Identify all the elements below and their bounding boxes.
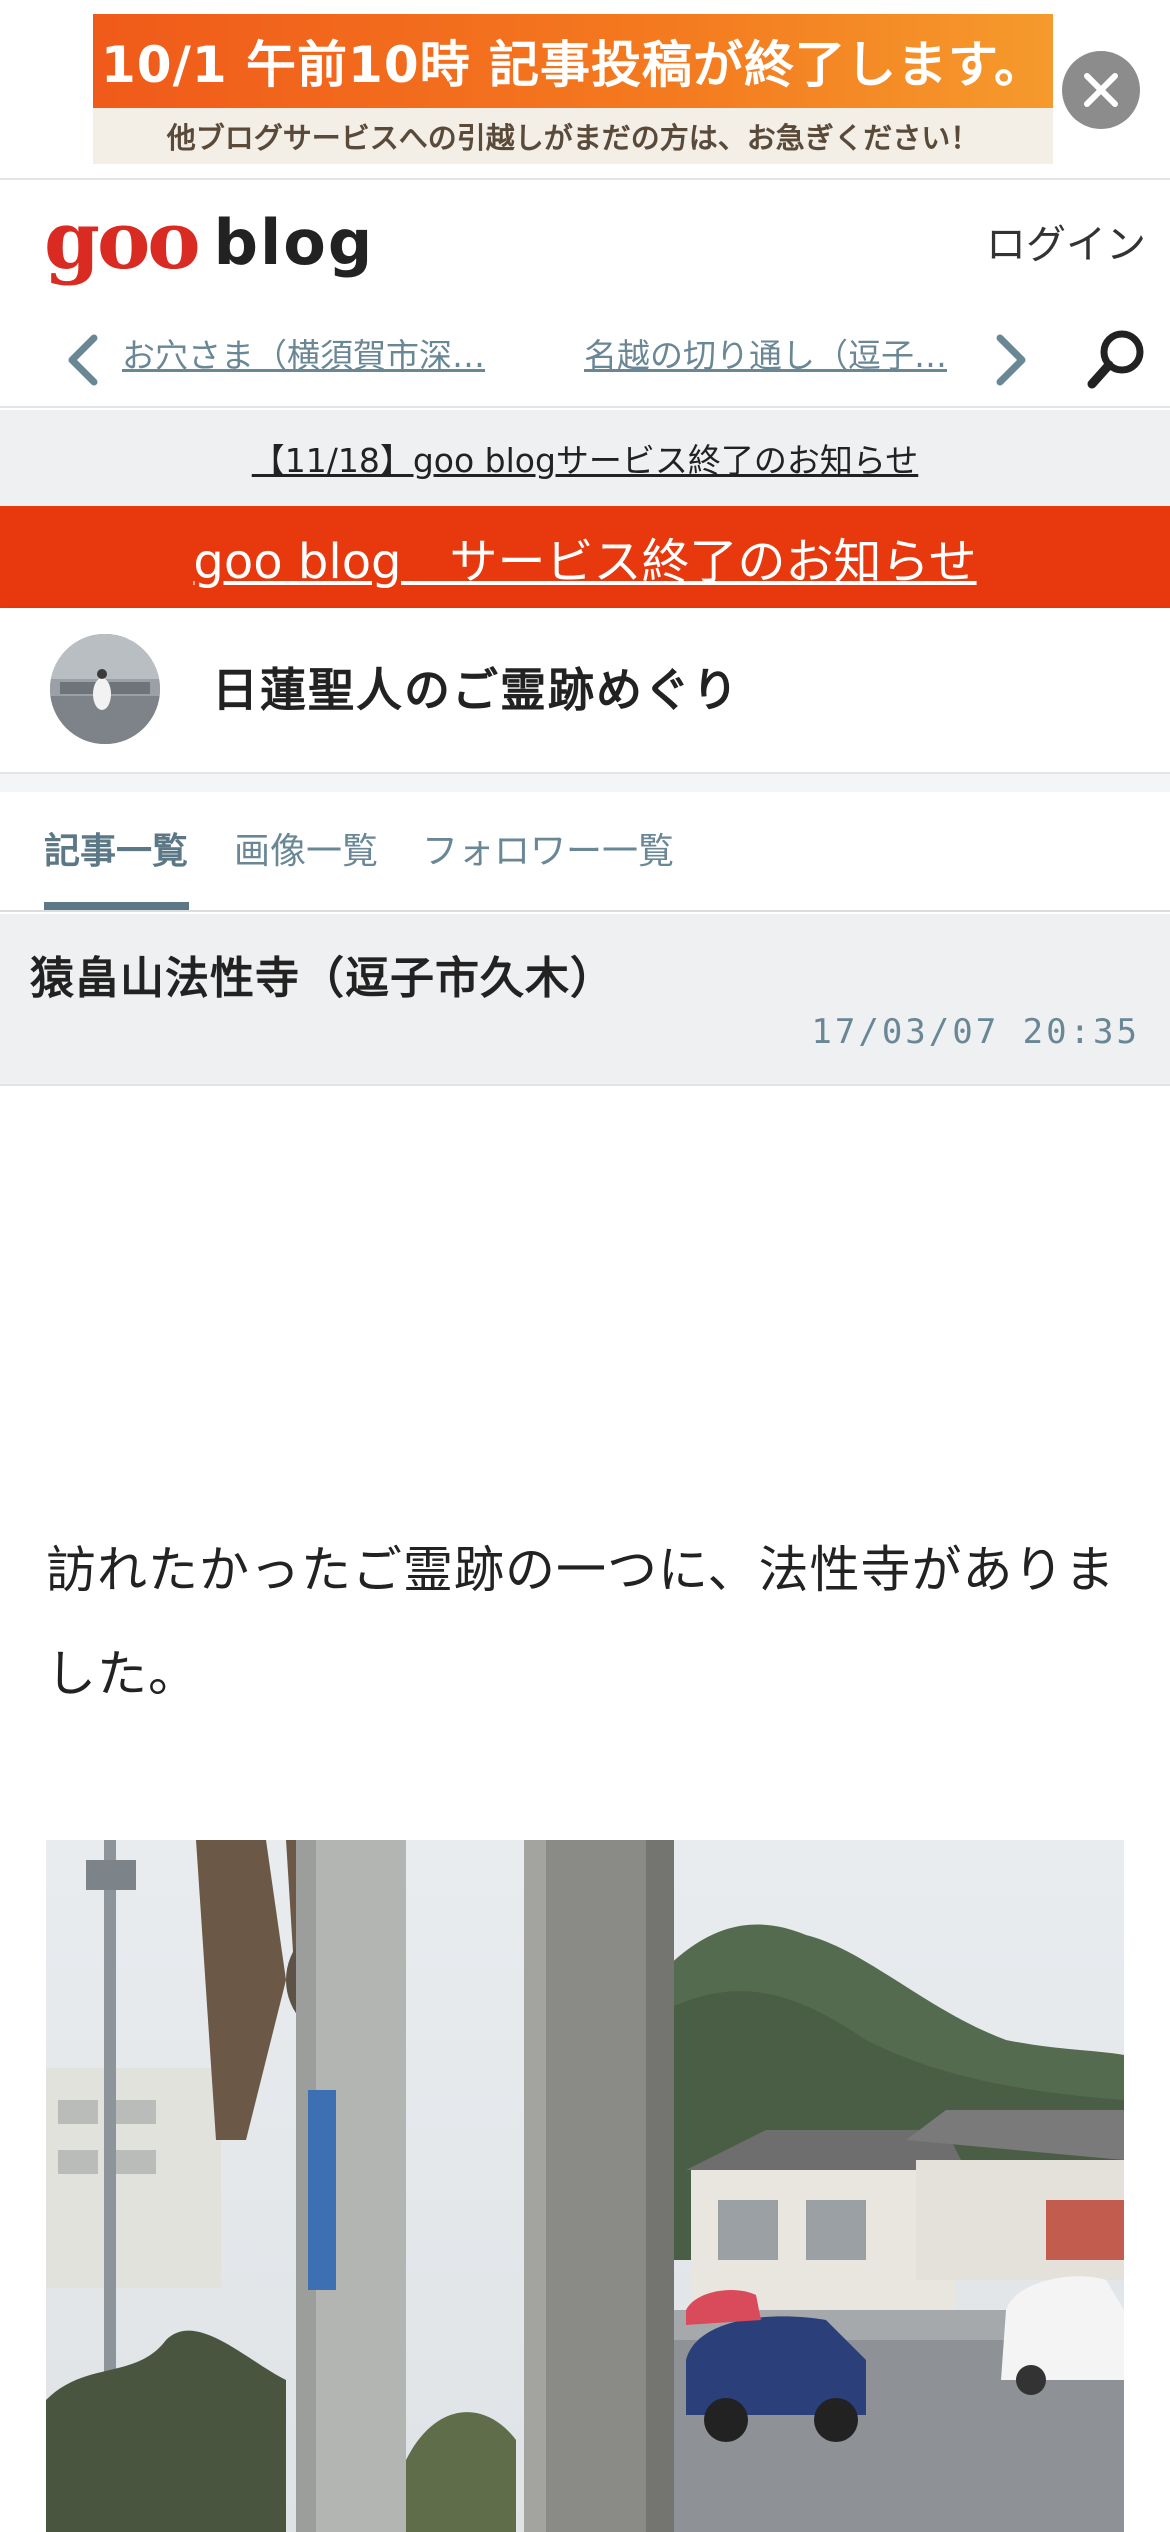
tab-images[interactable]: 画像一覧	[234, 822, 378, 874]
blog-title[interactable]: 日蓮聖人のご霊跡めぐり	[212, 654, 740, 720]
logo-goo-text: goo	[44, 193, 201, 287]
entry-header: 猿畠山法性寺（逗子市久木） 17/03/07 20:35	[0, 914, 1170, 1086]
divider	[0, 774, 1170, 792]
logo-blog-text: blog	[213, 206, 375, 279]
blog-tabs: 記事一覧 画像一覧 フォロワー一覧	[0, 792, 1170, 912]
notice-bar: 【11/18】goo blogサービス終了のお知らせ	[0, 410, 1170, 506]
ad-banner-headline: 10/1 午前10時 記事投稿が終了します。	[100, 36, 1046, 94]
site-header: goo blog ログイン	[0, 182, 1170, 312]
entry-text: 訪れたかったご霊跡の一つに、法性寺がありました。	[46, 1541, 1116, 1703]
entry-photo[interactable]	[46, 1840, 1124, 2532]
avatar[interactable]	[50, 634, 160, 744]
chevron-right-icon[interactable]	[988, 332, 1032, 388]
login-link[interactable]: ログイン	[986, 212, 1146, 270]
service-end-banner: goo blog サービス終了のお知らせ	[0, 506, 1170, 608]
service-end-banner-link[interactable]: goo blog サービス終了のお知らせ	[193, 522, 976, 592]
ad-banner-subline-area: 他ブログサービスへの引越しがまだの方は、お急ぎください！	[93, 108, 1053, 164]
ad-banner-area: 10/1 午前10時 記事投稿が終了します。 他ブログサービスへの引越しがまだの…	[0, 0, 1170, 180]
ad-banner-headline-area: 10/1 午前10時 記事投稿が終了します。	[93, 14, 1053, 108]
tab-articles[interactable]: 記事一覧	[44, 822, 188, 874]
close-icon	[1084, 73, 1118, 107]
ad-banner[interactable]: 10/1 午前10時 記事投稿が終了します。 他ブログサービスへの引越しがまだの…	[93, 14, 1053, 164]
goo-blog-logo[interactable]: goo blog	[44, 200, 374, 280]
article-navigation: お穴さま（横須賀市深… 名越の切り通し（逗子…	[0, 312, 1170, 408]
entry-title: 猿畠山法性寺（逗子市久木）	[30, 953, 615, 1004]
next-article-link[interactable]: 名越の切り通し（逗子…	[584, 332, 964, 380]
tab-followers[interactable]: フォロワー一覧	[422, 822, 674, 874]
entry-date: 17/03/07 20:35	[811, 1012, 1140, 1052]
active-tab-indicator	[44, 902, 189, 910]
ad-banner-subline: 他ブログサービスへの引越しがまだの方は、お急ぎください！	[166, 121, 980, 155]
service-end-notice-link[interactable]: 【11/18】goo blogサービス終了のお知らせ	[252, 434, 919, 482]
chevron-left-icon[interactable]	[62, 332, 106, 388]
prev-article-link[interactable]: お穴さま（横須賀市深…	[122, 332, 512, 380]
blog-header: 日蓮聖人のご霊跡めぐり	[0, 608, 1170, 774]
temple-photo-image	[46, 1840, 1124, 2532]
search-icon[interactable]	[1084, 326, 1150, 392]
avatar-image	[50, 634, 160, 744]
banner-close-button[interactable]	[1062, 51, 1140, 129]
entry-body: 訪れたかったご霊跡の一つに、法性寺がありました。	[0, 1088, 1170, 2532]
